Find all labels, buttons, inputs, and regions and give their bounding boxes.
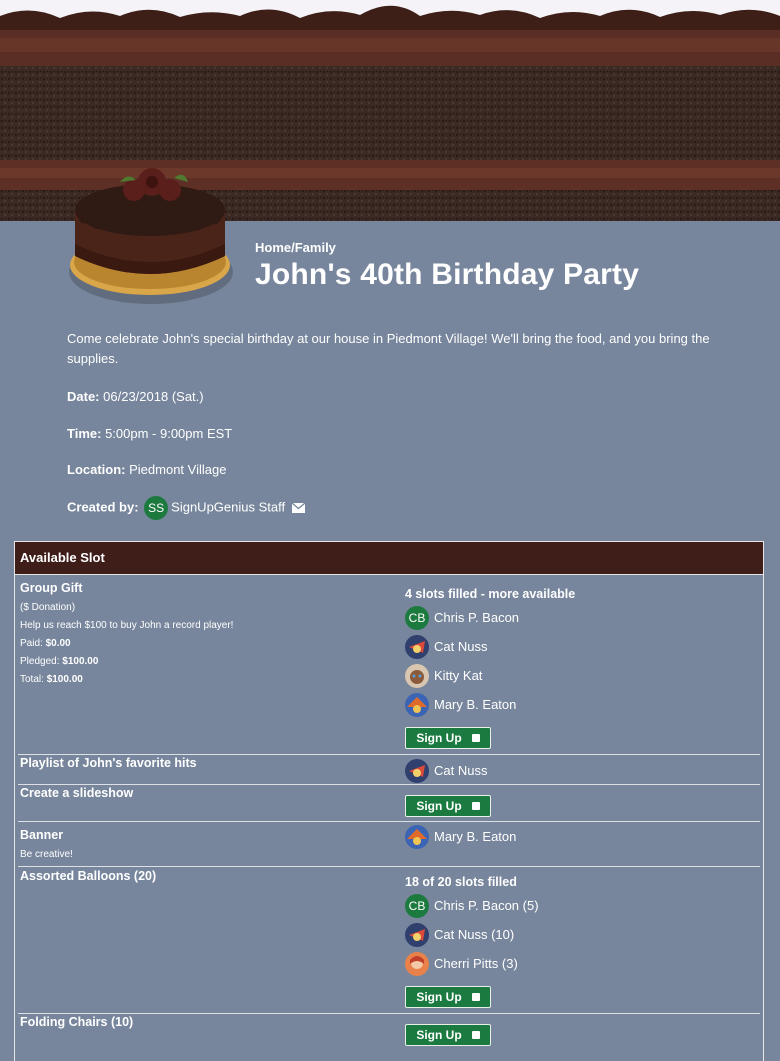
participant-name: Cat Nuss <box>434 763 488 778</box>
slot-status: 4 slots filled - more available <box>405 587 576 601</box>
checkbox-icon <box>471 734 480 742</box>
list-item: CB Chris P. Bacon (5) <box>405 891 755 920</box>
list-item: Cat Nuss <box>405 756 755 785</box>
participant-name: Cat Nuss <box>434 639 488 654</box>
avatar <box>405 663 429 688</box>
slot-name: Group Gift <box>20 581 83 595</box>
avatar <box>405 922 429 947</box>
participant-name: Chris P. Bacon (5) <box>434 898 539 913</box>
list-item: CB Chris P. Bacon <box>405 603 755 632</box>
slot-note: ($ Donation) <box>20 602 76 613</box>
envelope-icon[interactable] <box>291 501 306 516</box>
cake-image <box>62 152 240 324</box>
table-row: Create a slideshow Sign Up <box>18 785 760 822</box>
slot-name: Create a slideshow <box>20 786 134 800</box>
participant-name: Cat Nuss (10) <box>434 927 515 942</box>
participant-name: Mary B. Eaton <box>434 697 517 712</box>
checkbox-icon <box>471 993 480 1001</box>
event-creator: Created by: SS SignUpGenius Staff <box>67 496 306 520</box>
event-description: Come celebrate John's special birthday a… <box>67 331 710 366</box>
avatar: CB <box>405 893 429 918</box>
list-item: Mary B. Eaton <box>405 822 755 851</box>
created-label: Created by: <box>67 499 139 515</box>
avatar <box>405 634 429 659</box>
table-row: Assorted Balloons (20) 18 of 20 slots fi… <box>18 867 760 1014</box>
sign-up-button[interactable]: Sign Up <box>405 795 491 817</box>
slot-name: Folding Chairs (10) <box>20 1015 134 1029</box>
avatar <box>405 692 429 717</box>
event-date: Date: 06/23/2018 (Sat.) <box>67 389 204 404</box>
avatar <box>405 758 429 783</box>
creator-avatar: SS <box>144 496 169 520</box>
avatar: CB <box>405 605 429 630</box>
table-row: Banner Be creative! Mary B. Eaton <box>18 822 760 867</box>
slot-name: Playlist of John's favorite hits <box>20 756 197 770</box>
date-label: Date: <box>67 389 100 404</box>
list-item: Cherri Pitts (3) <box>405 949 755 978</box>
slot-table: Available Slot Group Gift ($ Donation) H… <box>14 541 764 1061</box>
sign-up-button[interactable]: Sign Up <box>405 1024 491 1046</box>
event-location: Location: Piedmont Village <box>67 462 226 477</box>
avatar <box>405 951 429 976</box>
slot-name: Banner <box>20 828 64 842</box>
avatar <box>405 824 429 849</box>
table-row: Playlist of John's favorite hits Cat Nus… <box>18 755 760 785</box>
event-time: Time: 5:00pm - 9:00pm EST <box>67 426 232 441</box>
checkbox-icon <box>471 802 480 810</box>
sign-up-button[interactable]: Sign Up <box>405 986 491 1008</box>
table-row: Folding Chairs (10) Sign Up <box>18 1014 760 1054</box>
slot-note: Help us reach $100 to buy John a record … <box>20 620 234 631</box>
table-header: Available Slot <box>15 542 763 575</box>
participant-name: Cherri Pitts (3) <box>434 956 518 971</box>
total-amount: Total: $100.00 <box>20 674 83 685</box>
location-value: Piedmont Village <box>129 462 227 477</box>
paid-amount: Paid: $0.00 <box>20 638 71 649</box>
time-label: Time: <box>67 426 102 441</box>
list-item: Kitty Kat <box>405 661 755 690</box>
slot-name: Assorted Balloons (20) <box>20 869 157 883</box>
date-value: 06/23/2018 (Sat.) <box>103 389 204 404</box>
time-value: 5:00pm - 9:00pm EST <box>105 426 233 441</box>
category-breadcrumb[interactable]: Home/Family <box>255 240 336 255</box>
page-title: John's 40th Birthday Party <box>255 258 640 291</box>
creator-name: SignUpGenius Staff <box>171 499 286 515</box>
list-item: Cat Nuss (10) <box>405 920 755 949</box>
sign-up-button[interactable]: Sign Up <box>405 727 491 749</box>
list-item: Cat Nuss <box>405 632 755 661</box>
slot-note: Be creative! <box>20 849 73 860</box>
participant-name: Chris P. Bacon <box>434 610 520 625</box>
location-label: Location: <box>67 462 126 477</box>
participant-name: Kitty Kat <box>434 668 483 683</box>
slot-status: 18 of 20 slots filled <box>405 875 517 889</box>
participant-name: Mary B. Eaton <box>434 829 517 844</box>
table-row: Group Gift ($ Donation) Help us reach $1… <box>18 575 760 755</box>
pledged-amount: Pledged: $100.00 <box>20 656 99 667</box>
list-item: Mary B. Eaton <box>405 690 755 719</box>
